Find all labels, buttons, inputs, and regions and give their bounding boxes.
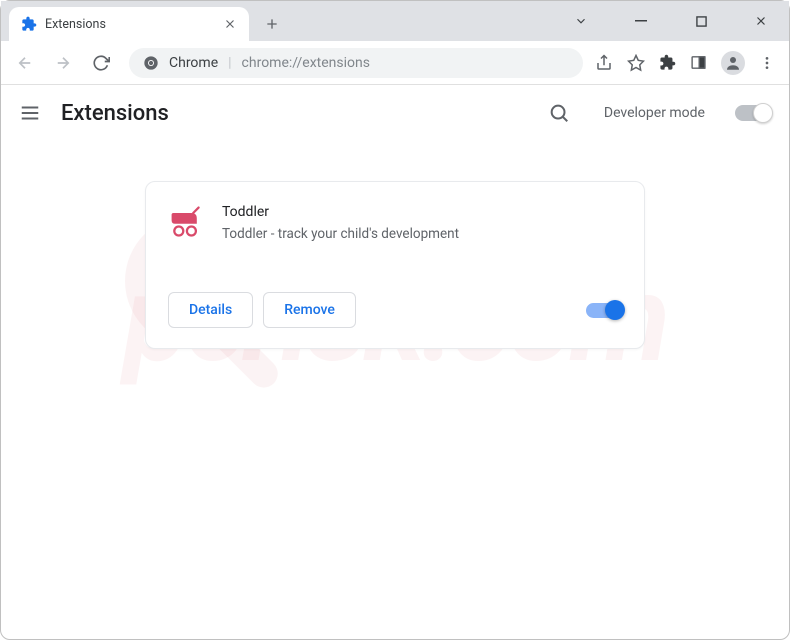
share-icon[interactable] [595,54,613,72]
extension-app-icon [168,204,204,240]
extensions-icon[interactable] [659,54,676,71]
back-button[interactable] [9,47,41,79]
content-area: Toddler Toddler - track your child's dev… [1,141,789,349]
developer-mode-toggle[interactable] [735,105,771,121]
close-icon[interactable] [223,17,237,31]
remove-button[interactable]: Remove [263,292,356,328]
profile-avatar[interactable] [721,51,745,75]
page-title: Extensions [61,101,169,126]
extension-description: Toddler - track your child's development [222,226,622,242]
details-button[interactable]: Details [168,292,253,328]
extension-enable-toggle[interactable] [586,303,622,318]
star-icon[interactable] [627,54,645,72]
extension-card: Toddler Toddler - track your child's dev… [145,181,645,349]
tab-title: Extensions [45,17,215,32]
chrome-icon [143,55,159,71]
new-tab-button[interactable] [257,9,287,39]
address-bar[interactable]: Chrome | chrome://extensions [129,48,583,78]
window-controls [561,1,781,41]
browser-toolbar: Chrome | chrome://extensions [1,41,789,85]
hamburger-icon[interactable] [19,102,41,124]
sidepanel-icon[interactable] [690,54,707,71]
tab-bar: Extensions [1,1,789,41]
forward-button[interactable] [47,47,79,79]
menu-dots-icon[interactable] [759,55,775,71]
chevron-down-icon[interactable] [561,1,601,41]
browser-tab[interactable]: Extensions [9,7,249,41]
minimize-button[interactable] [621,1,661,41]
puzzle-icon [21,16,37,32]
toolbar-actions [595,51,781,75]
close-window-button[interactable] [741,1,781,41]
search-icon[interactable] [548,102,570,124]
reload-button[interactable] [85,47,117,79]
extension-name: Toddler [222,204,622,220]
page-header: Extensions Developer mode [1,85,789,141]
maximize-button[interactable] [681,1,721,41]
developer-mode-label: Developer mode [604,105,705,121]
url-text: Chrome | chrome://extensions [169,55,370,71]
